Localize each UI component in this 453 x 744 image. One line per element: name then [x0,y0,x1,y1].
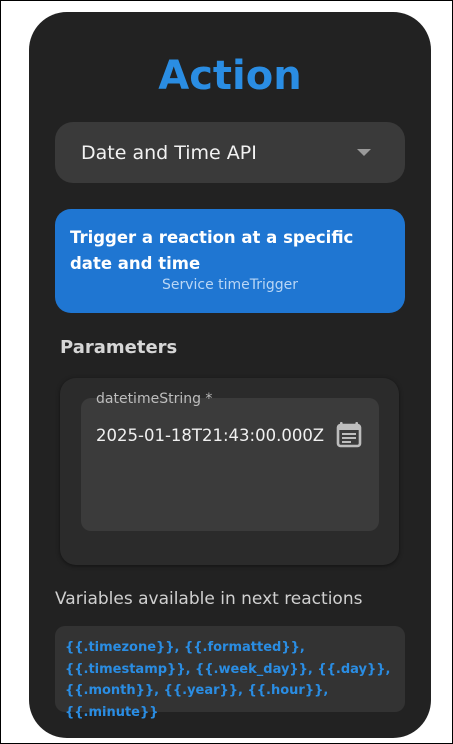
parameters-card: datetimeString * 2025-01-18T21:43:00.000… [60,378,399,565]
screen-frame: Action Date and Time API Trigger a react… [0,0,453,744]
chevron-down-icon [357,149,371,156]
calendar-icon-graphic [336,422,362,448]
page-title: Action [158,53,302,99]
service-dropdown-value: Date and Time API [81,142,257,164]
trigger-card[interactable]: Trigger a reaction at a specific date an… [55,209,405,313]
datetime-field[interactable]: datetimeString * 2025-01-18T21:43:00.000… [81,391,379,531]
datetime-field-value[interactable]: 2025-01-18T21:43:00.000Z [96,425,324,447]
parameters-heading: Parameters [60,337,178,358]
variables-list: {{.timezone}}, {{.formatted}}, {{.timest… [65,640,391,720]
trigger-title: Trigger a reaction at a specific date an… [70,228,354,273]
calendar-icon[interactable] [335,420,363,450]
trigger-service-name: Service timeTrigger [161,277,299,293]
datetime-field-label: datetimeString * [96,391,213,407]
action-panel: Action Date and Time API Trigger a react… [29,12,431,738]
variables-box: {{.timezone}}, {{.formatted}}, {{.timest… [55,626,405,720]
variables-heading: Variables available in next reactions [55,589,363,609]
service-dropdown[interactable]: Date and Time API [55,122,405,183]
